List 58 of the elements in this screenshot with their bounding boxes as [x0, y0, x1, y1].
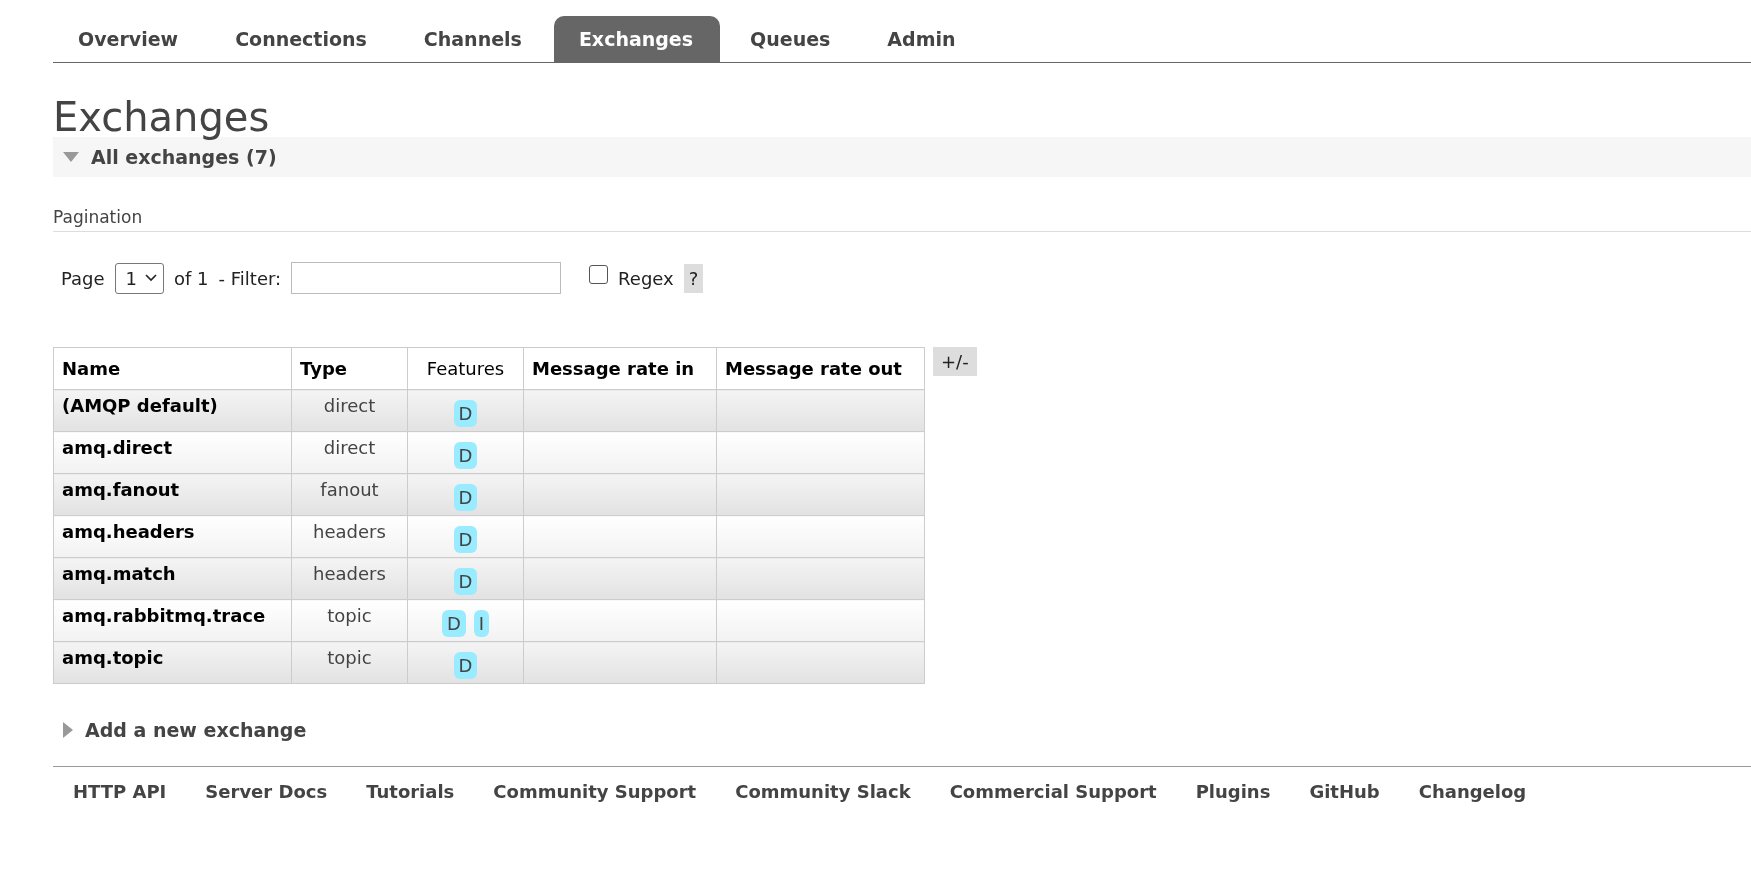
footer-link[interactable]: GitHub [1309, 781, 1380, 802]
section-title: Add a new exchange [85, 719, 307, 741]
feature-badge: I [473, 610, 490, 637]
type-cell: headers [291, 557, 408, 600]
feature-badge: D [453, 526, 478, 553]
footer-link[interactable]: Changelog [1418, 781, 1527, 802]
column-header: Name [53, 347, 292, 390]
type-cell: topic [291, 599, 408, 642]
nav-tab[interactable]: Connections [210, 16, 394, 62]
type-cell: headers [291, 515, 408, 558]
triangle-icon [63, 152, 79, 162]
exchange-name[interactable]: amq.direct [53, 431, 292, 474]
footer-link[interactable]: Community Slack [735, 781, 911, 802]
feature-badge: D [453, 652, 478, 679]
feature-badge: D [441, 610, 466, 637]
footer-link[interactable]: HTTP API [73, 781, 167, 802]
filter-label: - Filter: [218, 267, 282, 289]
footer-link[interactable]: Plugins [1195, 781, 1271, 802]
column-header: Features [407, 347, 524, 390]
regex-checkbox[interactable] [589, 264, 609, 284]
help-button[interactable]: ? [683, 263, 704, 293]
column-header: Type [291, 347, 408, 390]
footer-link[interactable]: Tutorials [366, 781, 455, 802]
nav-tab[interactable]: Overview [53, 16, 206, 62]
exchange-name[interactable]: amq.fanout [53, 473, 292, 516]
regex-label: Regex [618, 267, 674, 289]
filter-input[interactable] [291, 262, 562, 294]
footer-link[interactable]: Commercial Support [949, 781, 1157, 802]
column-toggle-button[interactable]: +/- [933, 347, 977, 376]
feature-badge: D [453, 568, 478, 595]
exchange-name[interactable]: amq.topic [53, 641, 292, 684]
nav-tab[interactable]: Admin [862, 16, 983, 62]
column-header: Message rate out [716, 347, 925, 390]
column-header: Message rate in [523, 347, 717, 390]
type-cell: direct [291, 389, 408, 432]
triangle-icon [63, 722, 73, 738]
exchange-name[interactable]: amq.headers [53, 515, 292, 558]
type-cell: direct [291, 431, 408, 474]
exchange-name[interactable]: amq.match [53, 557, 292, 600]
nav-tab[interactable]: Queues [725, 16, 858, 62]
feature-badge: D [453, 400, 478, 427]
page-select[interactable]: 1 [114, 262, 165, 294]
feature-badge: D [453, 442, 478, 469]
pagination-heading: Pagination [53, 207, 1751, 232]
footer-link[interactable]: Server Docs [205, 781, 328, 802]
nav-tab[interactable]: Channels [398, 16, 549, 62]
exchange-name[interactable]: amq.rabbitmq.trace [53, 599, 292, 642]
type-cell: fanout [291, 473, 408, 516]
exchange-name[interactable]: (AMQP default) [53, 389, 292, 432]
add-exchange-toggle[interactable]: Add a new exchange [53, 710, 1751, 750]
type-cell: topic [291, 641, 408, 684]
page-label: Page [61, 267, 105, 289]
feature-badge: D [453, 484, 478, 511]
section-title: All exchanges (7) [91, 146, 277, 168]
page-count: of 1 [174, 267, 209, 289]
chevron-down-icon [145, 274, 158, 282]
footer-link[interactable]: Community Support [493, 781, 697, 802]
nav-tab[interactable]: Exchanges [553, 16, 721, 62]
